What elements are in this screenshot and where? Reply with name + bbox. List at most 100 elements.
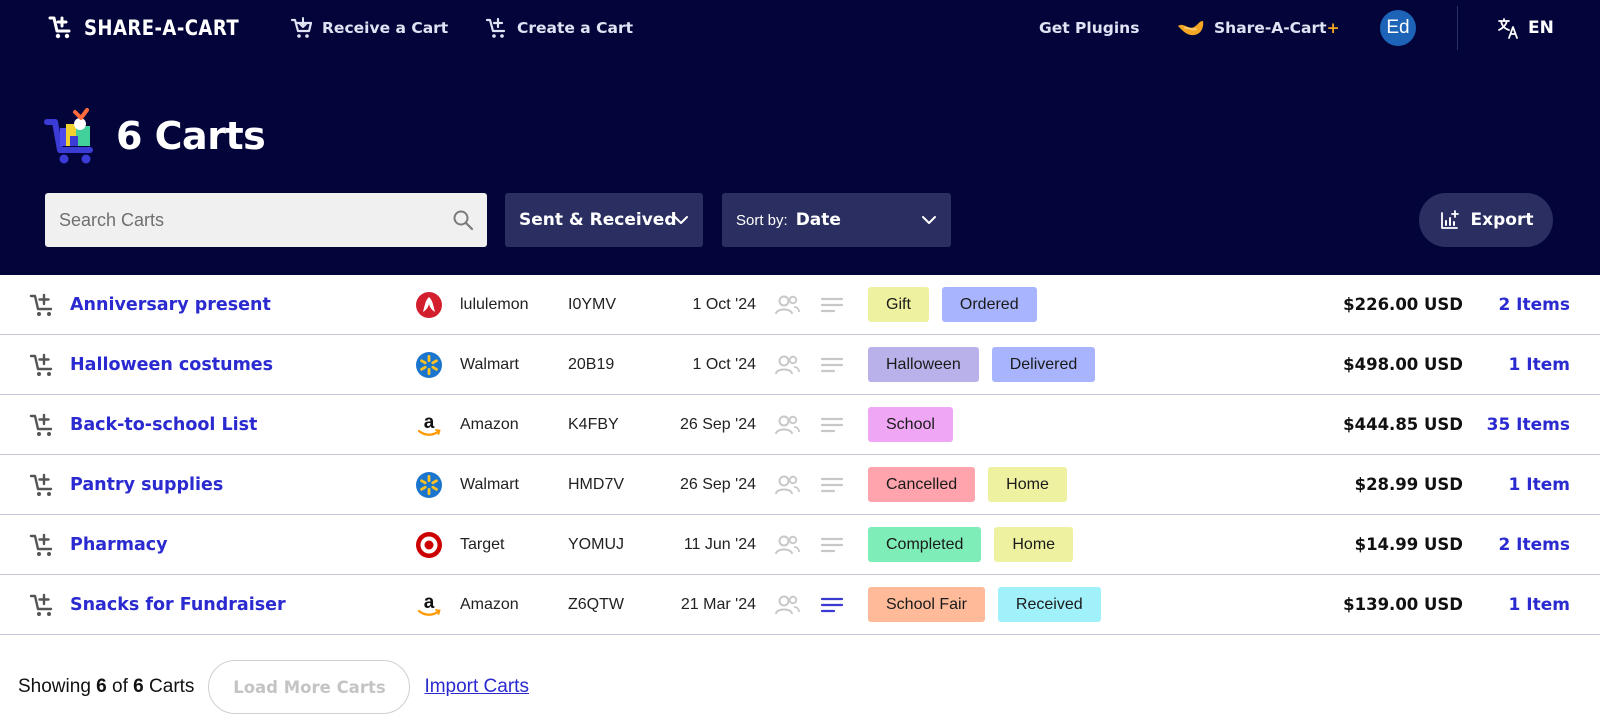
amazon-logo: a <box>415 575 443 634</box>
cart-date: 26 Sep '24 <box>679 415 756 433</box>
cart-items-count[interactable]: 2 Items <box>1498 275 1570 334</box>
brand-logo[interactable]: SHARE-A-CART <box>48 14 264 42</box>
walmart-logo <box>415 455 443 514</box>
notes-icon[interactable] <box>820 575 846 634</box>
shared-users-icon[interactable] <box>773 515 801 574</box>
cart-date: 1 Oct '24 <box>692 355 756 373</box>
notes-icon[interactable] <box>820 275 846 334</box>
import-carts-link[interactable]: Import Carts <box>424 676 529 698</box>
cart-code: YOMUJ <box>568 535 624 553</box>
sort-prefix: Sort by: <box>736 211 788 229</box>
cart-name[interactable]: Back-to-school List <box>70 395 257 454</box>
cart-name[interactable]: Halloween costumes <box>70 335 273 394</box>
nav-receive-cart[interactable]: Receive a Cart <box>290 16 448 40</box>
store-name: Walmart <box>460 355 519 373</box>
brand-cart-icon <box>48 16 71 39</box>
nav-create-cart[interactable]: Create a Cart <box>485 16 633 40</box>
walmart-logo <box>415 335 443 394</box>
nav-share-a-cart-plus[interactable]: Share-A-Cart+ <box>1176 16 1340 40</box>
target-logo <box>415 515 443 574</box>
shared-users-icon[interactable] <box>773 335 801 394</box>
nav-divider <box>1457 6 1458 50</box>
tag-badge[interactable]: Ordered <box>941 287 1037 322</box>
cart-row[interactable]: Anniversary present lululemon I0YMV 1 Oct '… <box>0 275 1600 335</box>
receive-cart-icon <box>290 17 313 38</box>
plus-name: Share-A-Cart <box>1214 19 1327 37</box>
cart-code: HMD7V <box>568 475 625 493</box>
cart-items-count[interactable]: 2 Items <box>1498 515 1570 574</box>
export-chart-icon <box>1440 210 1459 229</box>
cart-code: 20B19 <box>568 355 615 373</box>
tag-badge[interactable]: Halloween <box>868 347 979 382</box>
notes-icon[interactable] <box>820 395 846 454</box>
shared-users-icon[interactable] <box>773 395 801 454</box>
tag-list: School Fair Received <box>868 575 1101 634</box>
amazon-logo: a <box>415 395 443 454</box>
showing-number: 6 <box>96 676 107 697</box>
shared-users-icon[interactable] <box>773 575 801 634</box>
cart-row[interactable]: Snacks for Fundraiser a Amazon Z6QTW 21 Mar … <box>0 575 1600 635</box>
store-name: Target <box>460 535 505 553</box>
tag-badge[interactable]: Home <box>994 527 1074 562</box>
cart-code: K4FBY <box>568 415 619 433</box>
brand-name: SHARE-A-CART <box>84 16 240 40</box>
shared-users-icon[interactable] <box>773 275 801 334</box>
notes-icon[interactable] <box>820 335 846 394</box>
filter-value: Sent & Received <box>519 210 677 230</box>
chevron-down-icon <box>922 216 936 224</box>
tag-badge[interactable]: Home <box>988 467 1067 502</box>
cart-row[interactable]: Pharmacy Target YOMUJ 11 Jun '24 Completed Ho… <box>0 515 1600 575</box>
notes-icon[interactable] <box>820 455 846 514</box>
tag-badge[interactable]: School Fair <box>868 587 985 622</box>
filter-dropdown[interactable]: Sent & Received <box>505 193 703 247</box>
tag-list: Gift Ordered <box>868 275 1037 334</box>
cart-price: $14.99 USD <box>1354 535 1463 554</box>
tag-badge[interactable]: Delivered <box>991 347 1096 382</box>
cart-row[interactable]: Pantry supplies Walmart HMD7V 26 Sep '24 Can… <box>0 455 1600 515</box>
language-selector[interactable]: EN <box>1496 16 1554 40</box>
language-label: EN <box>1528 18 1554 38</box>
cart-items-count[interactable]: 1 Item <box>1509 335 1570 394</box>
cart-icon <box>28 455 58 514</box>
cart-date: 11 Jun '24 <box>683 535 756 553</box>
tag-badge[interactable]: School <box>868 407 953 442</box>
cart-name[interactable]: Anniversary present <box>70 275 271 334</box>
svg-text:a: a <box>424 592 435 613</box>
search-icon[interactable] <box>451 208 475 232</box>
cart-icon <box>28 575 58 634</box>
search-input[interactable] <box>45 193 487 247</box>
cart-price: $28.99 USD <box>1354 475 1463 494</box>
cart-items-count[interactable]: 1 Item <box>1509 575 1570 634</box>
showing-total: 6 <box>133 676 144 697</box>
showing-of: of <box>112 676 128 697</box>
nav-get-plugins[interactable]: Get Plugins <box>1039 16 1139 40</box>
cart-price: $498.00 USD <box>1343 355 1463 374</box>
export-label: Export <box>1470 210 1534 230</box>
load-more-button[interactable]: Load More Carts <box>208 660 411 714</box>
cart-price: $444.85 USD <box>1343 415 1463 434</box>
cart-date: 21 Mar '24 <box>680 595 756 613</box>
shared-users-icon[interactable] <box>773 455 801 514</box>
cart-row[interactable]: Back-to-school List a Amazon K4FBY 26 Sep '2… <box>0 395 1600 455</box>
cart-items-count[interactable]: 1 Item <box>1509 455 1570 514</box>
cart-items-count[interactable]: 35 Items <box>1487 395 1570 454</box>
sort-dropdown[interactable]: Sort by: Date <box>722 193 951 247</box>
cart-row[interactable]: Halloween costumes Walmart 20B19 1 Oct '24 H… <box>0 335 1600 395</box>
cart-name[interactable]: Snacks for Fundraiser <box>70 575 286 634</box>
cart-name[interactable]: Pantry supplies <box>70 455 223 514</box>
showing-suffix: Carts <box>149 676 195 697</box>
tag-badge[interactable]: Completed <box>868 527 982 562</box>
title-row: 6 Carts <box>44 106 266 166</box>
export-button[interactable]: Export <box>1419 193 1553 247</box>
tag-badge[interactable]: Cancelled <box>868 467 976 502</box>
cart-name[interactable]: Pharmacy <box>70 515 168 574</box>
notes-icon[interactable] <box>820 515 846 574</box>
nav-plus-label: Share-A-Cart+ <box>1214 19 1340 37</box>
tag-badge[interactable]: Gift <box>868 287 929 322</box>
user-avatar[interactable]: Ed <box>1380 10 1416 46</box>
cart-price: $226.00 USD <box>1343 295 1463 314</box>
tag-badge[interactable]: Received <box>997 587 1101 622</box>
cart-code: I0YMV <box>568 295 617 313</box>
tag-list: Cancelled Home <box>868 455 1067 514</box>
store-name: Amazon <box>460 595 519 613</box>
